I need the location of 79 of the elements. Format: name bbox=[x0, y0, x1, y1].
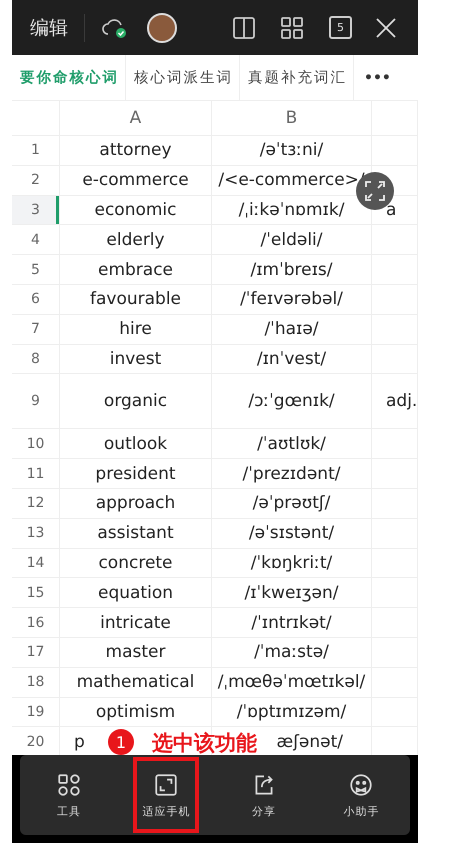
grid-icon[interactable] bbox=[281, 16, 303, 38]
table-cell: /ɔːˈgœnɪk/ bbox=[212, 374, 372, 430]
annotation-text: 选中该功能 bbox=[152, 730, 257, 757]
row-number[interactable]: 5 bbox=[12, 255, 60, 285]
table-cell: equation bbox=[60, 578, 212, 608]
table-cell: e-commerce bbox=[60, 166, 212, 196]
toolbar-label: 小助手 bbox=[343, 804, 380, 818]
table-cell: /ɪmˈbreɪs/ bbox=[212, 255, 372, 285]
row-number[interactable]: 9 bbox=[12, 374, 60, 430]
table-cell: economic bbox=[60, 196, 212, 226]
table-cell: adj. bbox=[372, 374, 418, 430]
bot-face-icon bbox=[348, 772, 374, 798]
table-cell: attorney bbox=[60, 136, 212, 166]
row-number[interactable]: 18 bbox=[12, 668, 60, 698]
table-cell: /əˈsɪstənt/ bbox=[212, 518, 372, 549]
row-number[interactable]: 14 bbox=[12, 548, 60, 578]
table-cell: /əˈprəʊtʃ/ bbox=[212, 488, 372, 519]
fit-screen-icon bbox=[153, 772, 180, 798]
table-cell: /ˈfeɪvərəbəl/ bbox=[212, 284, 372, 315]
edit-title[interactable]: 编辑 bbox=[30, 14, 85, 42]
table-cell: /ɪˈkweɪʒən/ bbox=[212, 578, 372, 608]
table-cell: favourable bbox=[60, 284, 212, 315]
table-cell: organic bbox=[60, 374, 212, 430]
row-number[interactable]: 12 bbox=[12, 488, 60, 519]
table-cell: outlook bbox=[60, 429, 212, 460]
toolbar-button[interactable]: 分享 bbox=[234, 766, 293, 824]
table-cell: /ˈɪntrɪkət/ bbox=[212, 608, 372, 638]
row-number[interactable]: 1 bbox=[12, 136, 60, 166]
row-number[interactable]: 7 bbox=[12, 314, 60, 345]
table-cell: /ˈhaɪə/ bbox=[212, 314, 372, 345]
toolbar-button[interactable]: 小助手 bbox=[332, 766, 390, 824]
toolbar-button[interactable]: 适应手机 bbox=[137, 761, 196, 829]
table-cell: mathematical bbox=[60, 668, 212, 698]
avatar[interactable] bbox=[147, 12, 177, 42]
table-cell: /ˈkɒŋkriːt/ bbox=[212, 548, 372, 578]
page-count[interactable]: 5 bbox=[329, 16, 352, 39]
row-number[interactable]: 19 bbox=[12, 698, 60, 728]
table-cell: approach bbox=[60, 488, 212, 519]
more-tabs-button[interactable]: ••• bbox=[354, 55, 401, 100]
table-cell: /ˈaʊtlʊk/ bbox=[212, 429, 372, 460]
row-number[interactable]: 4 bbox=[12, 225, 60, 256]
row-number[interactable]: 6 bbox=[12, 284, 60, 315]
table-cell: /ˈɒptɪmɪzəm/ bbox=[212, 698, 372, 728]
toolbar-label: 适应手机 bbox=[142, 804, 190, 818]
toolbar-button[interactable]: 工具 bbox=[40, 766, 98, 824]
column-header[interactable]: B bbox=[212, 101, 372, 136]
toolbar-label: 工具 bbox=[56, 804, 81, 818]
table-cell: /ˌmœθəˈmœtɪkəl/ bbox=[212, 668, 372, 698]
table-cell: /əˈtɜːni/ bbox=[212, 136, 372, 166]
row-number[interactable]: 15 bbox=[12, 578, 60, 608]
column-header[interactable]: A bbox=[60, 101, 212, 136]
grid-icon bbox=[56, 772, 82, 798]
row-number[interactable]: 3 bbox=[12, 196, 60, 226]
row-number[interactable]: 17 bbox=[12, 638, 60, 668]
table-cell: /ˈprezɪdənt/ bbox=[212, 459, 372, 489]
toolbar-label: 分享 bbox=[252, 804, 276, 818]
table-cell: master bbox=[60, 638, 212, 668]
split-view-icon[interactable] bbox=[233, 16, 255, 38]
row-number[interactable]: 10 bbox=[12, 429, 60, 460]
expand-icon bbox=[365, 181, 385, 201]
table-cell: /ˈeldəli/ bbox=[212, 225, 372, 256]
table-cell: assistant bbox=[60, 518, 212, 549]
table-cell: /ɪnˈvest/ bbox=[212, 344, 372, 374]
row-number[interactable]: 11 bbox=[12, 459, 60, 489]
table-cell: president bbox=[60, 459, 212, 489]
table-cell: elderly bbox=[60, 225, 212, 256]
close-icon[interactable] bbox=[376, 18, 396, 38]
row-number[interactable]: 13 bbox=[12, 518, 60, 549]
table-cell: concrete bbox=[60, 548, 212, 578]
row-number[interactable]: 8 bbox=[12, 344, 60, 374]
table-cell: embrace bbox=[60, 255, 212, 285]
table-cell: /ˈmaːstə/ bbox=[212, 638, 372, 668]
row-number[interactable]: 2 bbox=[12, 166, 60, 196]
table-cell: invest bbox=[60, 344, 212, 374]
row-number[interactable]: 16 bbox=[12, 608, 60, 638]
table-cell: /ˌiːkəˈnɒmɪk/ bbox=[212, 196, 372, 226]
table-cell: hire bbox=[60, 314, 212, 345]
table-cell: optimism bbox=[60, 698, 212, 728]
table-cell: intricate bbox=[60, 608, 212, 638]
